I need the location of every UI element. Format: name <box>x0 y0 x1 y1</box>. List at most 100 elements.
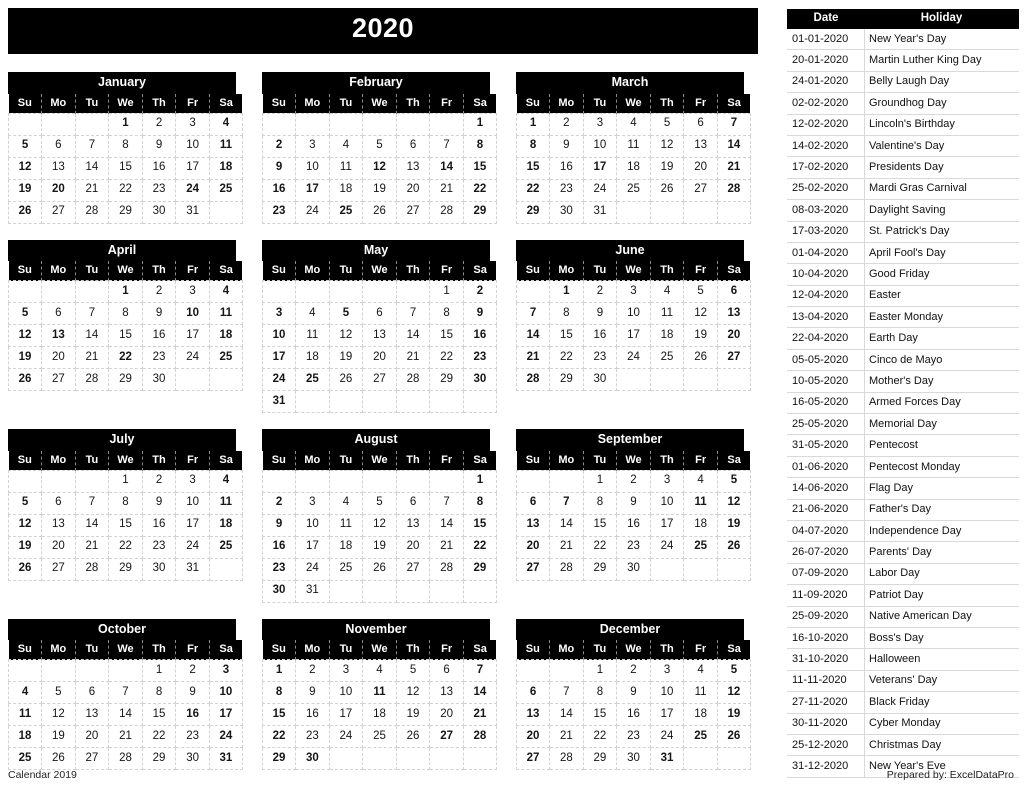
day-cell: 30 <box>616 557 651 581</box>
week-row: 24 25 26 27 28 29 30 <box>261 368 497 391</box>
day-cell: 8 <box>429 302 464 325</box>
holiday-name: Halloween <box>864 648 1019 671</box>
day-cell: 10 <box>582 134 618 158</box>
weekday-header-su: Su <box>8 261 43 281</box>
week-row: 12 13 14 15 16 17 18 <box>7 156 243 180</box>
weekday-header-th: Th <box>141 640 177 660</box>
weekday-header-we: We <box>108 261 143 281</box>
day-cell-empty <box>295 280 330 303</box>
day-cell: 9 <box>261 156 297 180</box>
day-cell: 1 <box>515 112 551 136</box>
day-cell: 13 <box>395 156 431 180</box>
day-cell: 10 <box>328 681 364 704</box>
day-cell-empty <box>716 368 751 391</box>
day-cell: 8 <box>108 491 143 515</box>
day-cell: 10 <box>616 302 651 325</box>
week-row: 27 28 29 30 <box>515 557 751 581</box>
holiday-row: 14-06-2020 Flag Day <box>787 477 1019 500</box>
day-cell: 22 <box>108 178 143 202</box>
holiday-date: 11-09-2020 <box>787 584 865 607</box>
day-cell: 29 <box>515 200 551 224</box>
day-cell: 21 <box>74 346 110 369</box>
holiday-name: Mardi Gras Carnival <box>864 178 1019 201</box>
week-row: 26 27 28 29 30 <box>7 368 243 391</box>
weekday-header-sa: Sa <box>208 640 243 660</box>
day-cell: 18 <box>616 156 651 180</box>
holiday-date: 01-01-2020 <box>787 28 865 51</box>
weekday-header-mo: Mo <box>295 93 330 113</box>
day-cell: 26 <box>7 557 43 581</box>
week-row: 22 23 24 25 26 27 28 <box>515 178 751 202</box>
day-cell: 23 <box>175 725 210 748</box>
day-cell: 8 <box>108 302 143 325</box>
day-cell: 26 <box>7 368 43 391</box>
day-cell: 21 <box>429 535 464 559</box>
day-cell-empty <box>261 280 297 303</box>
day-cell-empty <box>7 659 43 682</box>
day-cell: 25 <box>295 368 330 391</box>
day-cell: 16 <box>582 324 618 347</box>
day-cell-empty <box>549 659 584 682</box>
day-cell: 13 <box>41 513 76 537</box>
month-table: Su Mo Tu We Th Fr Sa 1 2 3 4 5 6 7 8 9 10 11 12 13 14 15 16 17 1… <box>7 93 243 224</box>
day-cell: 24 <box>208 725 243 748</box>
month-table-head: Su Mo Tu We Th Fr Sa <box>8 93 243 113</box>
day-cell: 18 <box>683 703 718 726</box>
weekday-header-we: We <box>362 640 397 660</box>
day-cell-empty <box>649 368 685 391</box>
weekday-header-th: Th <box>141 261 177 281</box>
holiday-row: 27-11-2020 Black Friday <box>787 691 1019 714</box>
weekday-header-th: Th <box>395 261 431 281</box>
day-cell: 8 <box>515 134 551 158</box>
day-cell: 3 <box>649 469 685 493</box>
day-cell: 23 <box>261 557 297 581</box>
day-cell: 18 <box>683 513 718 537</box>
month-title: March <box>516 72 744 94</box>
months-grid: January Su Mo Tu We Th Fr Sa 1 2 3 4 5 6 7 8 9 10 11 12 13 14… <box>7 72 758 770</box>
holiday-name: Martin Luther King Day <box>864 49 1019 72</box>
holiday-date: 07-09-2020 <box>787 563 865 586</box>
month-table: Su Mo Tu We Th Fr Sa 1 2 3 4 5 6 7 8 9 10 11 12 13 14 15 16 17 1… <box>261 261 497 413</box>
day-cell: 8 <box>261 681 297 704</box>
day-cell: 16 <box>175 703 210 726</box>
holiday-row: 01-01-2020 New Year's Day <box>787 28 1019 51</box>
day-cell: 18 <box>7 725 43 748</box>
day-cell: 4 <box>616 112 651 136</box>
weekday-header-th: Th <box>395 93 431 113</box>
holiday-name: Belly Laugh Day <box>864 71 1019 94</box>
month-block-september: September Su Mo Tu We Th Fr Sa 1 2 3 4 5 6 7 8 9 10 11 12 13… <box>515 429 751 603</box>
day-cell: 12 <box>362 156 397 180</box>
month-table-head: Su Mo Tu We Th Fr Sa <box>262 93 497 113</box>
holiday-name: Mother's Day <box>864 370 1019 393</box>
weekday-header-su: Su <box>516 450 551 470</box>
weekday-header-tu: Tu <box>582 261 618 281</box>
week-row: 4 5 6 7 8 9 10 <box>7 681 243 704</box>
day-cell: 1 <box>462 112 497 136</box>
holiday-row: 24-01-2020 Belly Laugh Day <box>787 71 1019 94</box>
day-cell-empty <box>7 469 43 493</box>
weekday-header-mo: Mo <box>549 640 584 660</box>
holiday-table-head: Date Holiday <box>787 9 1019 29</box>
weekday-header-fr: Fr <box>429 640 464 660</box>
day-cell: 28 <box>549 747 584 770</box>
holiday-row: 25-02-2020 Mardi Gras Carnival <box>787 178 1019 201</box>
day-cell: 19 <box>7 535 43 559</box>
holiday-date: 14-02-2020 <box>787 135 865 158</box>
holiday-date: 24-01-2020 <box>787 71 865 94</box>
week-row: 20 21 22 23 24 25 26 <box>515 725 751 748</box>
day-cell: 29 <box>429 368 464 391</box>
month-title: July <box>8 429 236 451</box>
day-cell-empty <box>429 112 464 136</box>
day-cell: 20 <box>683 156 718 180</box>
day-cell: 3 <box>175 469 210 493</box>
day-cell-empty <box>395 280 431 303</box>
day-cell: 21 <box>549 725 584 748</box>
day-cell-empty <box>295 469 330 493</box>
day-cell: 6 <box>429 659 464 682</box>
day-cell: 24 <box>175 178 210 202</box>
weekday-header-row: Su Mo Tu We Th Fr Sa <box>262 261 497 281</box>
weekday-header-su: Su <box>516 640 551 660</box>
day-cell: 20 <box>41 178 76 202</box>
day-cell-empty <box>41 469 76 493</box>
week-row: 1234 <box>7 112 243 136</box>
